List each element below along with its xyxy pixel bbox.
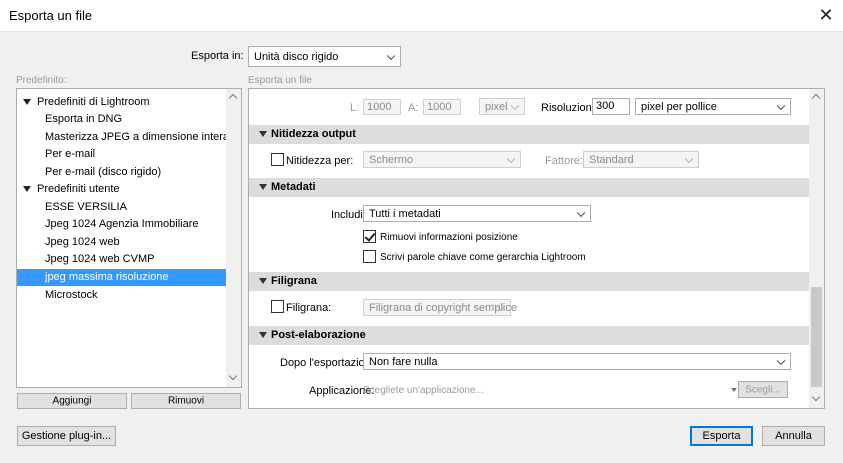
preset-item[interactable]: Masterizza JPEG a dimensione intera xyxy=(45,129,255,146)
export-in-label: Esporta in: xyxy=(191,50,244,62)
amount-label: Fattore: xyxy=(545,155,583,167)
section-sharpening[interactable]: Nitidezza output xyxy=(249,125,810,144)
resolution-value: 300 xyxy=(596,100,615,112)
collapse-triangle-icon xyxy=(259,131,267,137)
preset-item[interactable]: Per e-mail (disco rigido) xyxy=(45,164,255,181)
remove-location-checkbox[interactable] xyxy=(363,230,376,243)
export-in-value: Unità disco rigido xyxy=(254,50,339,63)
plugin-manager-button[interactable]: Gestione plug-in... xyxy=(17,426,116,446)
add-preset-button[interactable]: Aggiungi xyxy=(17,393,127,409)
remove-location-label: Rimuovi informazioni posizione xyxy=(380,232,518,243)
size-unit-select[interactable]: pixel xyxy=(479,98,525,115)
preset-item[interactable]: Jpeg 1024 Agenzia Immobiliare xyxy=(45,216,255,233)
preset-scrollbar[interactable] xyxy=(226,89,241,387)
resolution-unit-value: pixel per pollice xyxy=(641,100,717,113)
preset-item[interactable]: Per e-mail xyxy=(45,146,255,163)
export-button[interactable]: Esporta xyxy=(690,426,753,446)
chevron-down-icon xyxy=(386,51,396,60)
height-input[interactable]: 1000 xyxy=(423,99,461,115)
dropdown-arrow-icon[interactable] xyxy=(731,388,737,392)
presets-label: Predefinito: xyxy=(16,75,67,86)
preset-group-label: Predefiniti utente xyxy=(37,183,120,195)
sharpen-target-select[interactable]: Schermo xyxy=(363,151,521,168)
scroll-down-icon[interactable] xyxy=(811,392,821,402)
watermark-checkbox[interactable] xyxy=(271,300,284,313)
export-in-select[interactable]: Unità disco rigido xyxy=(248,46,401,67)
keywords-hierarchy-label: Scrivi parole chiave come gerarchia Ligh… xyxy=(380,252,586,263)
section-title: Post-elaborazione xyxy=(271,329,366,341)
cancel-label: Annulla xyxy=(775,430,812,442)
chevron-down-icon xyxy=(684,154,694,163)
chevron-down-icon xyxy=(576,208,586,217)
section-watermark[interactable]: Filigrana xyxy=(249,272,810,291)
remove-preset-button[interactable]: Rimuovi xyxy=(131,393,241,409)
section-title: Metadati xyxy=(271,181,316,193)
choose-app-label: Scegli... xyxy=(745,384,781,395)
width-input[interactable]: 1000 xyxy=(363,99,401,115)
preset-group-user[interactable]: Predefiniti utente xyxy=(23,181,233,198)
preset-item[interactable]: Jpeg 1024 web CVMP xyxy=(45,251,255,268)
cancel-button[interactable]: Annulla xyxy=(762,426,825,446)
plugin-manager-label: Gestione plug-in... xyxy=(21,430,112,442)
amount-value: Standard xyxy=(589,153,634,166)
settings-scrollbar[interactable] xyxy=(809,89,824,408)
preset-list[interactable]: Predefiniti di Lightroom Esporta in DNG … xyxy=(16,88,242,388)
title-bar: Esporta un file ✕ xyxy=(0,0,843,31)
preset-item-selected[interactable]: jpeg massima risoluzione xyxy=(17,269,227,286)
chevron-down-icon xyxy=(510,101,520,110)
preset-item[interactable]: Esporta in DNG xyxy=(45,111,255,128)
include-label: Includi: xyxy=(331,209,366,221)
chevron-down-icon xyxy=(506,154,516,163)
export-label: Esporta xyxy=(702,430,741,442)
collapse-triangle-icon xyxy=(259,184,267,190)
watermark-value: Filigrana di copyright semplice xyxy=(369,301,517,314)
preset-group-label: Predefiniti di Lightroom xyxy=(37,96,150,108)
chevron-down-icon xyxy=(776,356,786,365)
after-export-value: Non fare nulla xyxy=(369,355,438,368)
section-post-processing[interactable]: Post-elaborazione xyxy=(249,326,810,345)
preset-group-lightroom[interactable]: Predefiniti di Lightroom xyxy=(23,94,233,111)
expand-triangle-icon xyxy=(23,186,31,193)
after-export-select[interactable]: Non fare nulla xyxy=(363,353,791,370)
resolution-input[interactable]: 300 xyxy=(592,98,630,115)
section-title: Nitidezza output xyxy=(271,128,356,140)
section-title: Filigrana xyxy=(271,275,317,287)
size-unit-value: pixel xyxy=(485,100,508,113)
export-settings-panel: L: 1000 A: 1000 pixel Risoluzione: 300 p… xyxy=(248,88,825,409)
resolution-unit-select[interactable]: pixel per pollice xyxy=(635,98,791,115)
amount-select[interactable]: Standard xyxy=(583,151,699,168)
keywords-hierarchy-checkbox[interactable] xyxy=(363,250,376,263)
expand-triangle-icon xyxy=(23,99,31,106)
application-placeholder[interactable]: Scegliete un'applicazione... xyxy=(363,385,484,396)
include-select[interactable]: Tutti i metadati xyxy=(363,205,591,222)
remove-preset-label: Rimuovi xyxy=(167,395,205,407)
sharpen-label: Nitidezza per: xyxy=(286,155,354,167)
scroll-down-icon[interactable] xyxy=(228,371,238,381)
export-panel-label: Esporta un file xyxy=(248,75,312,86)
sharpen-target-value: Schermo xyxy=(369,153,414,166)
watermark-label: Filigrana: xyxy=(286,302,332,314)
height-value: 1000 xyxy=(427,101,452,113)
preset-item[interactable]: Microstock xyxy=(45,287,255,304)
scroll-up-icon[interactable] xyxy=(811,93,821,103)
preset-item[interactable]: Jpeg 1024 web xyxy=(45,234,255,251)
include-value: Tutti i metadati xyxy=(369,207,441,220)
height-label: A: xyxy=(408,102,419,114)
add-preset-label: Aggiungi xyxy=(52,395,92,407)
collapse-triangle-icon xyxy=(259,278,267,284)
close-icon[interactable]: ✕ xyxy=(816,5,836,25)
preset-item[interactable]: ESSE VERSILIA xyxy=(45,199,255,216)
scroll-thumb[interactable] xyxy=(811,287,822,387)
section-metadata[interactable]: Metadati xyxy=(249,178,810,197)
chevron-down-icon xyxy=(776,101,786,110)
width-value: 1000 xyxy=(367,101,392,113)
choose-app-button[interactable]: Scegli... xyxy=(738,381,788,398)
collapse-triangle-icon xyxy=(259,332,267,338)
scroll-up-icon[interactable] xyxy=(228,93,238,103)
window-title: Esporta un file xyxy=(9,8,93,23)
sharpen-checkbox[interactable] xyxy=(271,153,284,166)
watermark-select[interactable]: Filigrana di copyright semplice xyxy=(363,299,517,316)
width-label: L: xyxy=(350,102,360,114)
